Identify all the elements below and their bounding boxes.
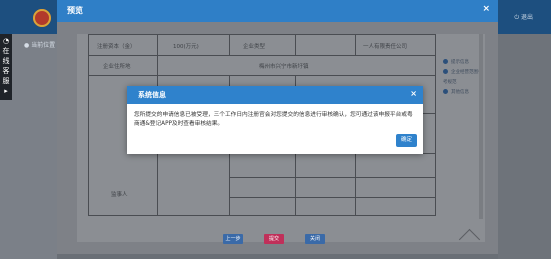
modal-message: 您所提交的申请信息已被受理，三个工作日内注册官会对您提交的信息进行审核确认，您可…	[134, 112, 413, 127]
supervisor-label: 监事人	[111, 192, 128, 198]
online-service-button[interactable]: ◔ 在 线 客 服 ▸	[0, 34, 12, 100]
location-pin-icon: ●	[24, 42, 30, 49]
info-icon	[443, 89, 448, 94]
modal-close-button[interactable]: ×	[410, 89, 417, 98]
close-button[interactable]: 关闭	[305, 234, 325, 244]
table-line	[229, 197, 435, 198]
scrollbar[interactable]	[479, 34, 483, 219]
table-line	[89, 75, 435, 76]
right-background	[498, 34, 551, 259]
modal-title: 系统信息	[138, 91, 166, 99]
table-line	[355, 35, 356, 55]
chat-icon: ◔	[2, 37, 10, 45]
preview-header: 预览 ×	[57, 0, 498, 22]
submit-button[interactable]: 提交	[264, 234, 284, 244]
registered-capital-value: 100(万元)	[173, 44, 199, 50]
prev-step-button[interactable]: 上一步	[223, 234, 243, 244]
table-line	[229, 177, 435, 178]
table-line	[355, 153, 356, 216]
logout-link[interactable]: ⏻ 退出	[514, 12, 533, 22]
enterprise-type-label: 企业类型	[243, 44, 266, 50]
preview-close-button[interactable]: ×	[482, 4, 490, 14]
modal-header: 系统信息 ×	[127, 86, 423, 104]
preview-title: 预览	[67, 6, 83, 15]
confirm-button[interactable]: 确定	[396, 134, 417, 147]
registered-capital-label: 注册资本（金）	[97, 44, 136, 50]
user-icon: ⏻	[514, 14, 521, 21]
back-to-top-icon[interactable]	[458, 228, 481, 251]
enterprise-type-value: 一人有限责任公司	[363, 44, 408, 50]
domicile-label: 企业住所地	[103, 64, 131, 70]
national-emblem-icon	[33, 9, 51, 27]
domicile-value: 梅州市兴宁市新圩镇	[259, 64, 309, 70]
info-icon	[443, 69, 448, 74]
table-line	[229, 35, 230, 55]
info-icon	[443, 59, 448, 64]
arrow-right-icon: ▸	[4, 87, 8, 95]
breadcrumb: ● 当前位置	[24, 42, 56, 49]
system-info-dialog: 系统信息 × 您所提交的申请信息已被受理，三个工作日内注册官会对您提交的信息进行…	[127, 86, 423, 154]
table-line	[89, 55, 435, 56]
table-line	[295, 35, 296, 55]
